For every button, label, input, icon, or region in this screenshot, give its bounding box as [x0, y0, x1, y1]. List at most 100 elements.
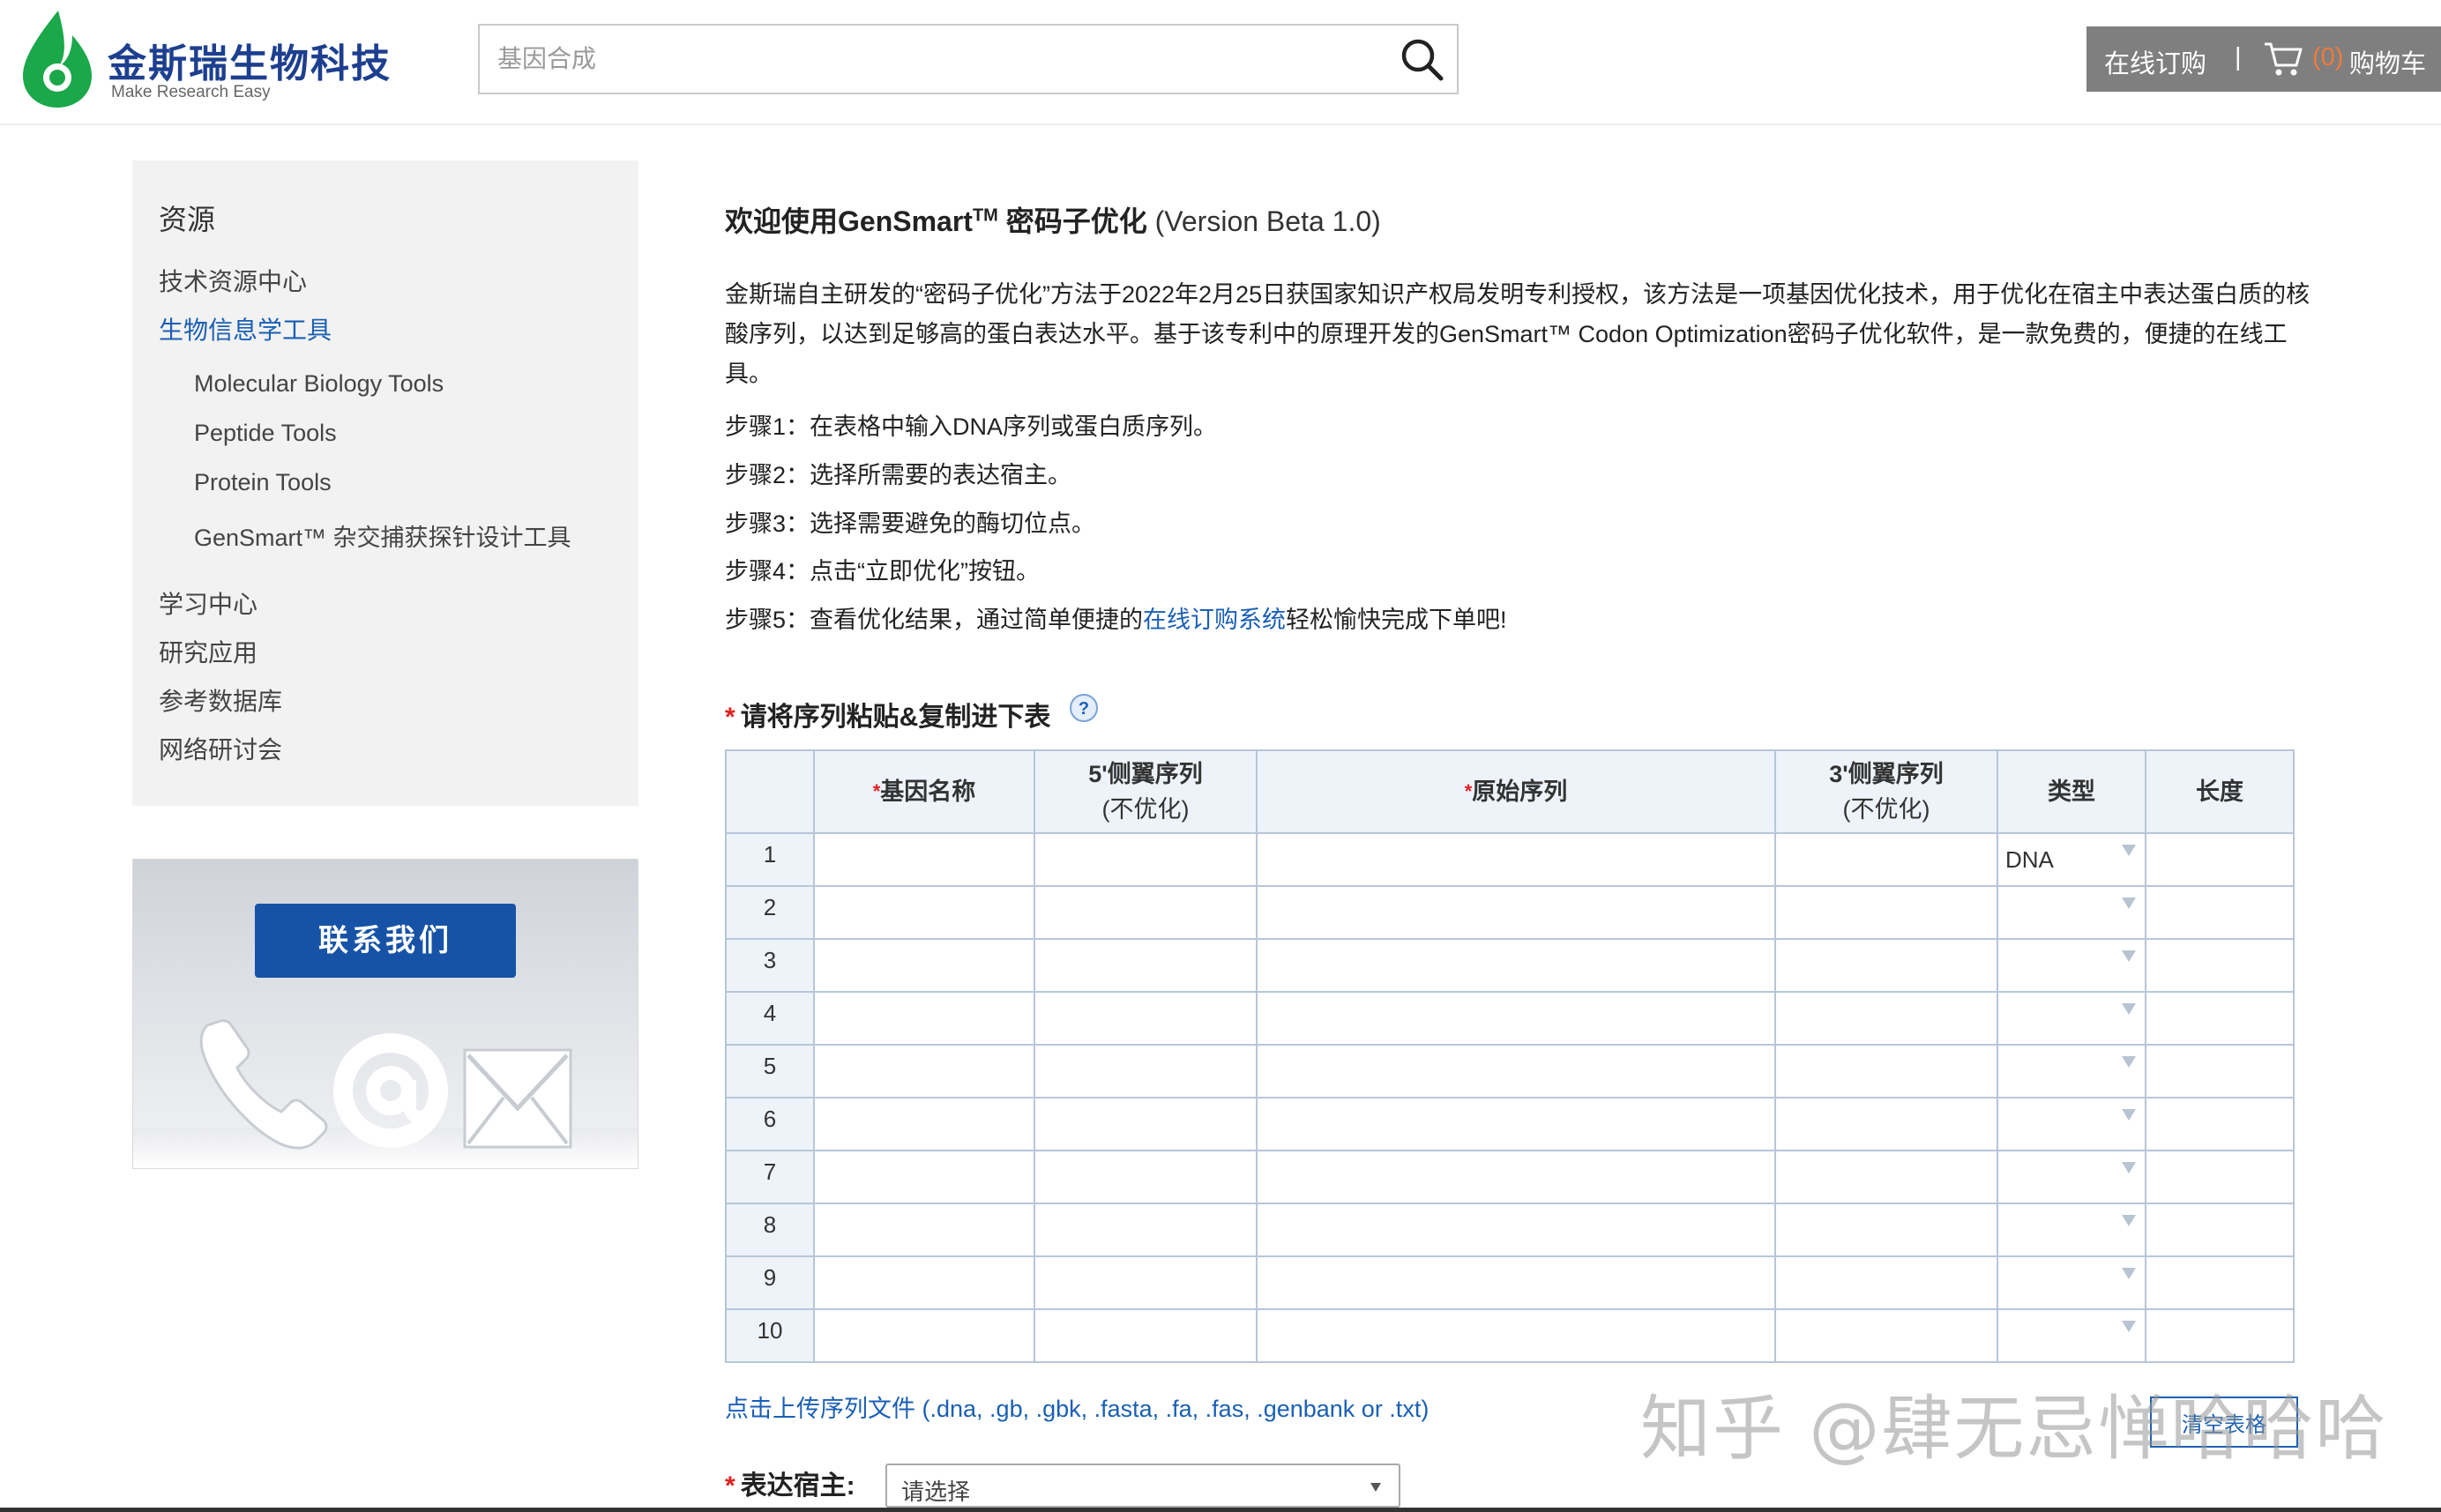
dropdown-arrow-icon[interactable] — [2122, 898, 2136, 909]
sidebar-item-research-applications[interactable]: 研究应用 — [159, 634, 258, 669]
contact-us-banner[interactable]: 联系我们 — [132, 859, 638, 1169]
search-box — [478, 24, 1459, 94]
type-dropdown-cell[interactable] — [1997, 1308, 2146, 1363]
title-trademark: TM — [972, 205, 998, 226]
original-sequence-cell[interactable] — [1256, 938, 1776, 993]
original-sequence-cell[interactable] — [1256, 1044, 1776, 1099]
online-order-system-link[interactable]: 在线订购系统 — [1143, 607, 1286, 633]
5prime-flank-cell[interactable] — [1034, 938, 1258, 993]
sidebar-subitem-molecular-biology-tools[interactable]: Molecular Biology Tools — [194, 370, 444, 398]
cart-count-badge[interactable]: (0) — [2312, 43, 2343, 72]
sidebar-subitem-probe-design-tool[interactable]: GenSmart™ 杂交捕获探针设计工具 — [194, 518, 571, 553]
5prime-flank-cell[interactable] — [1034, 1150, 1258, 1204]
sequence-input-table: *基因名称 5'侧翼序列 (不优化) *原始序列 3'侧翼序列 (不优化) 类型 长… — [725, 749, 2295, 1363]
3prime-flank-cell[interactable] — [1774, 1044, 1998, 1099]
row-number: 1 — [725, 832, 815, 887]
3prime-flank-cell[interactable] — [1774, 885, 1998, 940]
row-number: 4 — [725, 991, 815, 1046]
sidebar-subitem-peptide-tools[interactable]: Peptide Tools — [194, 420, 337, 447]
5prime-flank-cell[interactable] — [1034, 1203, 1258, 1257]
row-number: 8 — [725, 1203, 815, 1257]
top-header: 金斯瑞生物科技 Make Research Easy 在线订购 | (0) 购物… — [0, 0, 2441, 125]
3prime-flank-cell[interactable] — [1774, 1203, 1998, 1257]
3prime-flank-cell[interactable] — [1774, 1308, 1998, 1363]
3prime-flank-cell[interactable] — [1774, 991, 1998, 1046]
gene-name-cell[interactable] — [813, 1308, 1035, 1363]
gene-name-cell[interactable] — [813, 1255, 1035, 1310]
cart-link[interactable]: 购物车 — [2349, 43, 2426, 80]
sidebar-item-learning-center[interactable]: 学习中心 — [159, 585, 258, 621]
5prime-flank-cell[interactable] — [1034, 885, 1258, 940]
original-sequence-cell[interactable] — [1256, 991, 1776, 1046]
5prime-flank-cell[interactable] — [1034, 832, 1258, 887]
3prime-flank-cell[interactable] — [1774, 832, 1998, 887]
type-dropdown-cell[interactable] — [1997, 1097, 2146, 1151]
dropdown-arrow-icon[interactable] — [2122, 1003, 2136, 1015]
5prime-flank-cell[interactable] — [1034, 1097, 1258, 1151]
original-sequence-cell[interactable] — [1256, 1150, 1776, 1204]
gene-name-cell[interactable] — [813, 1044, 1035, 1099]
gene-name-cell[interactable] — [813, 885, 1035, 940]
5prime-flank-cell[interactable] — [1034, 991, 1258, 1046]
dropdown-arrow-icon[interactable] — [2122, 1268, 2136, 1279]
dropdown-arrow-icon[interactable] — [2122, 950, 2136, 962]
gene-name-cell[interactable] — [813, 1150, 1035, 1204]
type-dropdown-cell[interactable] — [1997, 1044, 2146, 1099]
type-dropdown-cell[interactable] — [1997, 1150, 2146, 1204]
3prime-flank-cell[interactable] — [1774, 1097, 1998, 1151]
gene-name-cell[interactable] — [813, 991, 1035, 1046]
table-row: 2 — [725, 885, 2295, 940]
gene-name-cell[interactable] — [813, 1097, 1035, 1151]
gene-name-cell[interactable] — [813, 1203, 1035, 1257]
required-asterisk: * — [725, 703, 735, 732]
3prime-flank-cell[interactable] — [1774, 1255, 1998, 1310]
5prime-flank-cell[interactable] — [1034, 1255, 1258, 1310]
original-sequence-cell[interactable] — [1256, 1097, 1776, 1151]
sidebar-item-tech-resources[interactable]: 技术资源中心 — [159, 263, 307, 298]
length-cell — [2145, 1044, 2295, 1099]
intro-paragraph: 金斯瑞自主研发的“密码子优化”方法于2022年2月25日获国家知识产权局发明专利… — [725, 281, 2310, 387]
gene-name-cell[interactable] — [813, 938, 1035, 993]
original-sequence-cell[interactable] — [1256, 832, 1776, 887]
type-dropdown-cell[interactable] — [1997, 1203, 2146, 1257]
5prime-flank-cell[interactable] — [1034, 1044, 1258, 1099]
genscript-logo[interactable]: 金斯瑞生物科技 Make Research Easy — [19, 7, 390, 113]
dropdown-arrow-icon[interactable] — [2122, 845, 2136, 856]
search-icon[interactable] — [1399, 36, 1444, 82]
contact-us-button[interactable]: 联系我们 — [255, 904, 516, 978]
original-sequence-cell[interactable] — [1256, 1308, 1776, 1363]
online-order-link[interactable]: 在线订购 — [2104, 43, 2206, 80]
dropdown-arrow-icon[interactable] — [2122, 1056, 2136, 1068]
at-sign-icon — [333, 1033, 448, 1148]
type-dropdown-cell[interactable] — [1997, 938, 2146, 993]
original-sequence-cell[interactable] — [1256, 1255, 1776, 1310]
5prime-flank-cell[interactable] — [1034, 1308, 1258, 1363]
dropdown-arrow-icon[interactable] — [2122, 1109, 2136, 1121]
sidebar-item-webinars[interactable]: 网络研讨会 — [159, 731, 282, 766]
type-value: DNA — [2005, 846, 2054, 873]
step-5-prefix: 步骤5：查看优化结果，通过简单便捷的 — [725, 607, 1144, 633]
upload-sequence-file-link[interactable]: 点击上传序列文件 (.dna, .gb, .gbk, .fasta, .fa, … — [725, 1389, 1429, 1424]
length-cell — [2145, 1308, 2295, 1363]
original-sequence-cell[interactable] — [1256, 885, 1776, 940]
dropdown-arrow-icon[interactable] — [2122, 1162, 2136, 1173]
type-dropdown-cell[interactable] — [1997, 1255, 2146, 1310]
type-dropdown-cell[interactable]: DNA — [1997, 832, 2146, 887]
dropdown-arrow-icon[interactable] — [2122, 1321, 2136, 1332]
type-dropdown-cell[interactable] — [1997, 885, 2146, 940]
sidebar-item-reference-database[interactable]: 参考数据库 — [159, 682, 282, 718]
sidebar-item-bioinformatics-tools[interactable]: 生物信息学工具 — [159, 311, 332, 346]
logo-tagline: Make Research Easy — [111, 83, 271, 101]
shopping-cart-icon[interactable] — [2263, 41, 2303, 78]
row-number: 2 — [725, 885, 815, 940]
type-dropdown-cell[interactable] — [1997, 991, 2146, 1046]
expression-host-select[interactable]: 请选择 — [885, 1464, 1400, 1508]
search-input[interactable] — [497, 26, 1379, 93]
gene-name-cell[interactable] — [813, 832, 1035, 887]
help-question-icon[interactable]: ? — [1069, 693, 1099, 723]
3prime-flank-cell[interactable] — [1774, 1150, 1998, 1204]
sidebar-subitem-protein-tools[interactable]: Protein Tools — [194, 469, 332, 496]
dropdown-arrow-icon[interactable] — [2122, 1215, 2136, 1226]
original-sequence-cell[interactable] — [1256, 1203, 1776, 1257]
3prime-flank-cell[interactable] — [1774, 938, 1998, 993]
